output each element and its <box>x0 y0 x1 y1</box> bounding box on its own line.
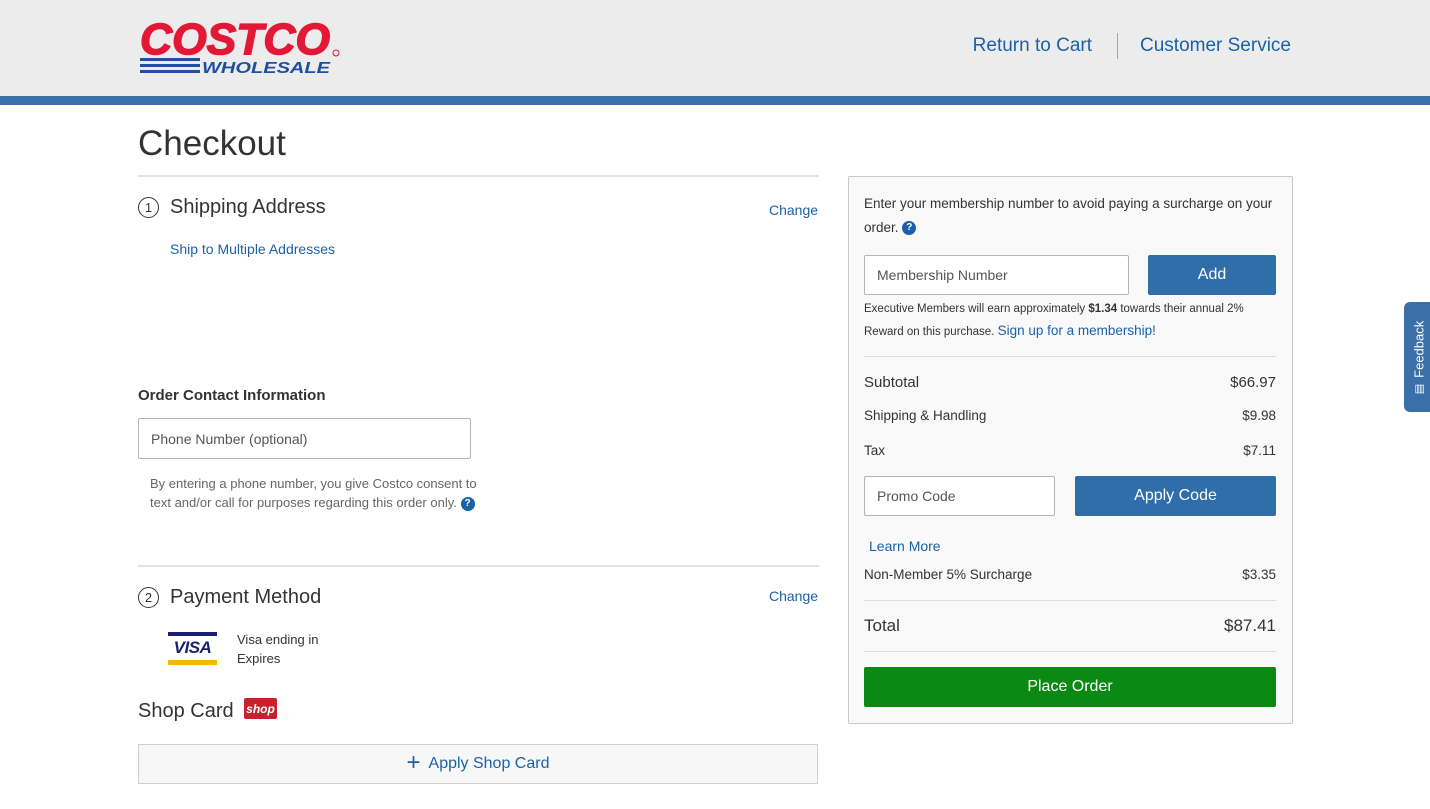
shop-card-title: Shop Card <box>138 700 234 722</box>
card-ending-text: Visa ending in <box>237 632 319 647</box>
payment-change-link[interactable]: Change <box>769 588 818 604</box>
header-links: Return to Cart Customer Service <box>973 33 1291 59</box>
help-icon[interactable]: ? <box>902 221 917 236</box>
card-expires-text: Expires <box>237 651 281 666</box>
total-label: Total <box>864 616 900 635</box>
payment-title: Payment Method <box>170 586 322 608</box>
feedback-icon: ▤ <box>1413 383 1426 394</box>
surcharge-value: $3.35 <box>1242 567 1276 582</box>
apply-code-button[interactable]: Apply Code <box>1075 476 1276 516</box>
summary-divider <box>864 356 1276 357</box>
logo-bottom-text: WHOLESALE <box>202 60 332 77</box>
visa-card-brand: VISA <box>173 638 212 657</box>
total-value: $87.41 <box>1224 616 1276 635</box>
tax-row: Tax $7.11 <box>864 443 1276 458</box>
phone-consent-note: By entering a phone number, you give Cos… <box>150 474 485 512</box>
step-number-icon: 2 <box>138 587 159 608</box>
return-to-cart-link[interactable]: Return to Cart <box>973 35 1092 57</box>
learn-more-link[interactable]: Learn More <box>869 538 941 554</box>
costco-logo[interactable]: COSTCO WHOLESALE <box>138 16 342 78</box>
site-header: COSTCO WHOLESALE Return to Cart Customer… <box>0 0 1430 96</box>
section-divider <box>138 565 819 567</box>
feedback-label: Feedback <box>1411 320 1427 378</box>
tax-label: Tax <box>864 443 886 458</box>
card-details: Visa ending in Expires <box>237 630 318 668</box>
shipping-handling-row: Shipping & Handling $9.98 <box>864 408 1276 423</box>
payment-header: 2 Payment Method <box>138 586 321 609</box>
header-divider <box>1117 33 1118 59</box>
exec-text-1: Executive Members will earn approximatel… <box>864 303 1086 315</box>
shipping-title: Shipping Address <box>170 196 326 218</box>
membership-prompt-text: Enter your membership number to avoid pa… <box>864 196 1273 235</box>
surcharge-row: Non-Member 5% Surcharge $3.35 <box>864 567 1276 582</box>
customer-service-link[interactable]: Customer Service <box>1140 35 1291 57</box>
executive-reward-note: Executive Members will earn approximatel… <box>864 299 1274 343</box>
logo-top-text: COSTCO <box>140 16 330 64</box>
promo-code-input[interactable] <box>864 476 1055 516</box>
help-icon[interactable]: ? <box>460 496 475 511</box>
total-row: Total $87.41 <box>864 616 1276 636</box>
exec-amount: $1.34 <box>1088 303 1118 315</box>
membership-prompt: Enter your membership number to avoid pa… <box>864 192 1274 240</box>
shipping-handling-label: Shipping & Handling <box>864 408 987 423</box>
shipping-header: 1 Shipping Address <box>138 196 326 219</box>
title-divider <box>138 175 819 177</box>
subtotal-row: Subtotal $66.97 <box>864 374 1276 391</box>
subtotal-value: $66.97 <box>1230 374 1276 391</box>
apply-shop-card-label: Apply Shop Card <box>428 755 550 772</box>
tax-value: $7.11 <box>1243 443 1276 458</box>
visa-card-icon: VISA <box>168 632 217 665</box>
plus-icon: + <box>406 748 421 776</box>
shop-card-badge-icon: shop <box>244 698 277 719</box>
apply-shop-card-button[interactable]: + Apply Shop Card <box>138 744 818 784</box>
membership-number-input[interactable] <box>864 255 1129 295</box>
feedback-tab[interactable]: ▤ Feedback <box>1404 302 1430 412</box>
shipping-change-link[interactable]: Change <box>769 202 818 218</box>
page-title: Checkout <box>138 124 286 163</box>
header-accent-bar <box>0 96 1430 105</box>
surcharge-label: Non-Member 5% Surcharge <box>864 567 1033 582</box>
subtotal-label: Subtotal <box>864 374 920 391</box>
shipping-handling-value: $9.98 <box>1242 408 1276 423</box>
feedback-tab-content: ▤ Feedback <box>1412 320 1427 394</box>
signup-membership-link[interactable]: Sign up for a membership! <box>998 323 1156 338</box>
add-membership-button[interactable]: Add <box>1148 255 1276 295</box>
summary-divider <box>864 600 1276 601</box>
ship-multiple-link[interactable]: Ship to Multiple Addresses <box>170 241 335 257</box>
place-order-button[interactable]: Place Order <box>864 667 1276 707</box>
phone-input[interactable] <box>138 418 471 459</box>
consent-text: By entering a phone number, you give Cos… <box>150 476 477 510</box>
step-number-icon: 1 <box>138 197 159 218</box>
summary-divider <box>864 651 1276 652</box>
contact-title: Order Contact Information <box>138 387 326 404</box>
